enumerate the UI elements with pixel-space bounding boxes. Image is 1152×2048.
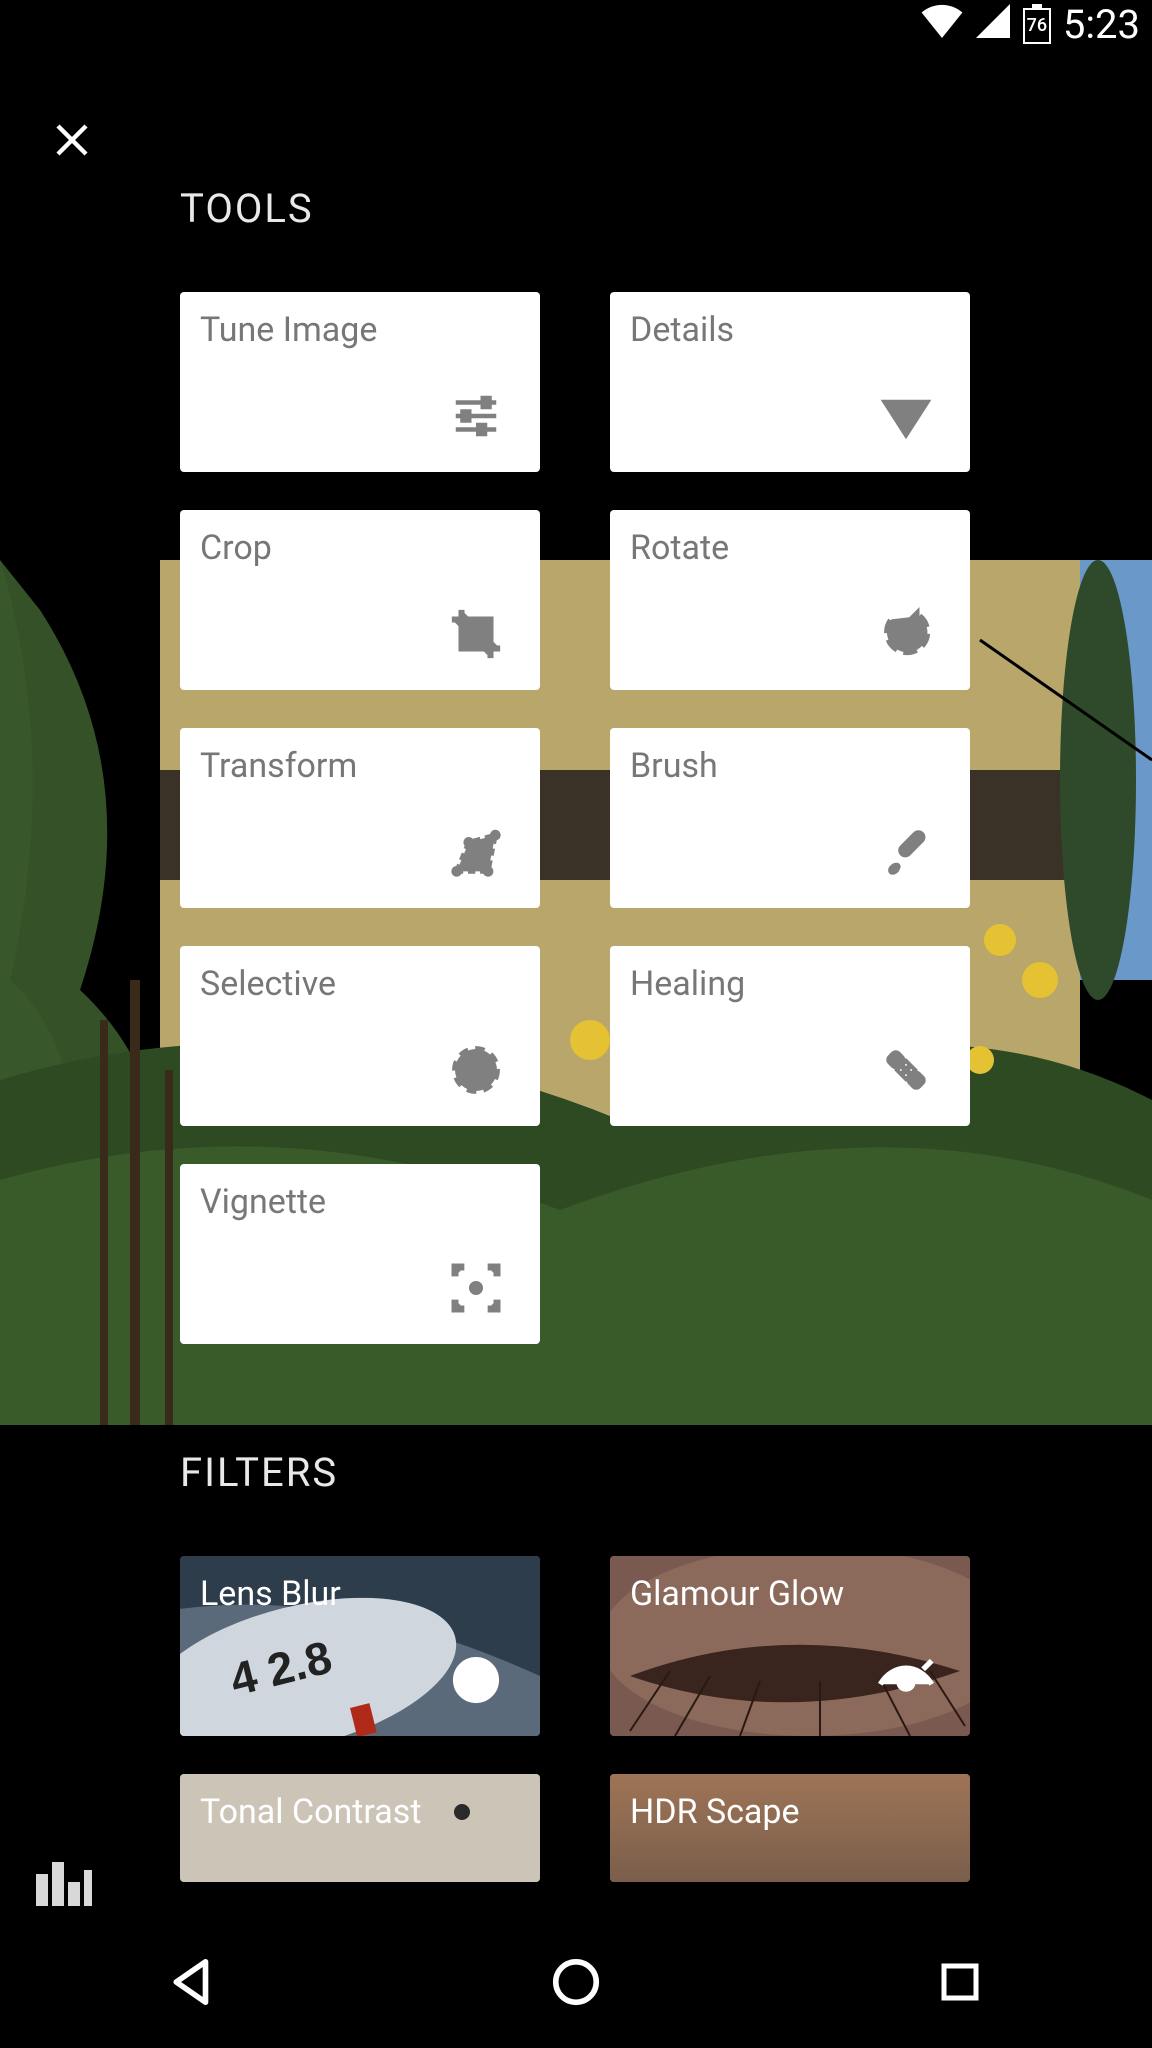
tool-vignette[interactable]: Vignette: [180, 1164, 540, 1344]
filter-label: Tonal Contrast: [200, 1792, 421, 1832]
nav-recent-button[interactable]: [880, 1947, 1040, 2017]
tool-label: Crop: [200, 528, 272, 568]
healing-icon: [874, 1038, 938, 1102]
tool-label: Tune Image: [200, 310, 377, 350]
clock: 5:23: [1063, 1, 1140, 48]
transform-icon: [444, 820, 508, 884]
nav-back-icon: [165, 1955, 219, 2009]
tool-details[interactable]: Details: [610, 292, 970, 472]
tool-brush[interactable]: Brush: [610, 728, 970, 908]
tool-selective[interactable]: Selective: [180, 946, 540, 1126]
tool-label: Details: [630, 310, 734, 350]
eye-icon: [874, 1648, 938, 1712]
tool-healing[interactable]: Healing: [610, 946, 970, 1126]
tool-label: Rotate: [630, 528, 729, 568]
status-bar: 76 5:23: [0, 0, 1152, 48]
triangle-down-icon: [874, 384, 938, 448]
android-nav-bar: [0, 1916, 1152, 2048]
filter-label: HDR Scape: [630, 1792, 800, 1832]
wifi-icon: [921, 1, 963, 48]
tool-label: Brush: [630, 746, 718, 786]
filter-hdr-scape[interactable]: HDR Scape: [610, 1774, 970, 1882]
tool-label: Transform: [200, 746, 357, 786]
filter-label: Glamour Glow: [630, 1574, 844, 1614]
tool-crop[interactable]: Crop: [180, 510, 540, 690]
battery-icon: 76: [1023, 4, 1051, 44]
tool-rotate[interactable]: Rotate: [610, 510, 970, 690]
nav-back-button[interactable]: [112, 1947, 272, 2017]
levels-button[interactable]: [36, 1850, 92, 1906]
filter-lens-blur[interactable]: 4 2.8 Lens Blur: [180, 1556, 540, 1736]
close-icon: [51, 119, 93, 161]
battery-percent: 76: [1027, 17, 1047, 35]
nav-home-button[interactable]: [496, 1947, 656, 2017]
tools-grid: Tune Image Details: [180, 292, 1152, 1344]
filters-section-title: FILTERS: [180, 1449, 1152, 1496]
nav-home-icon: [549, 1955, 603, 2009]
tool-transform[interactable]: Transform: [180, 728, 540, 908]
selective-icon: [444, 1038, 508, 1102]
sliders-icon: [444, 384, 508, 448]
close-button[interactable]: [48, 116, 96, 164]
filter-label: Lens Blur: [200, 1574, 341, 1614]
tool-label: Healing: [630, 964, 745, 1004]
crop-icon: [444, 602, 508, 666]
brush-icon: [874, 820, 938, 884]
filters-grid: 4 2.8 Lens Blur: [180, 1556, 1152, 1882]
tool-label: Vignette: [200, 1182, 326, 1222]
filter-tonal-contrast[interactable]: Tonal Contrast: [180, 1774, 540, 1882]
vignette-icon: [444, 1256, 508, 1320]
tool-label: Selective: [200, 964, 336, 1004]
target-icon: [444, 1648, 508, 1712]
tool-tune-image[interactable]: Tune Image: [180, 292, 540, 472]
cell-signal-icon: [975, 1, 1011, 48]
nav-recent-icon: [936, 1958, 984, 2006]
filter-glamour-glow[interactable]: Glamour Glow: [610, 1556, 970, 1736]
rotate-icon: [874, 602, 938, 666]
tools-section-title: TOOLS: [180, 185, 1152, 232]
levels-icon: [36, 1862, 92, 1906]
